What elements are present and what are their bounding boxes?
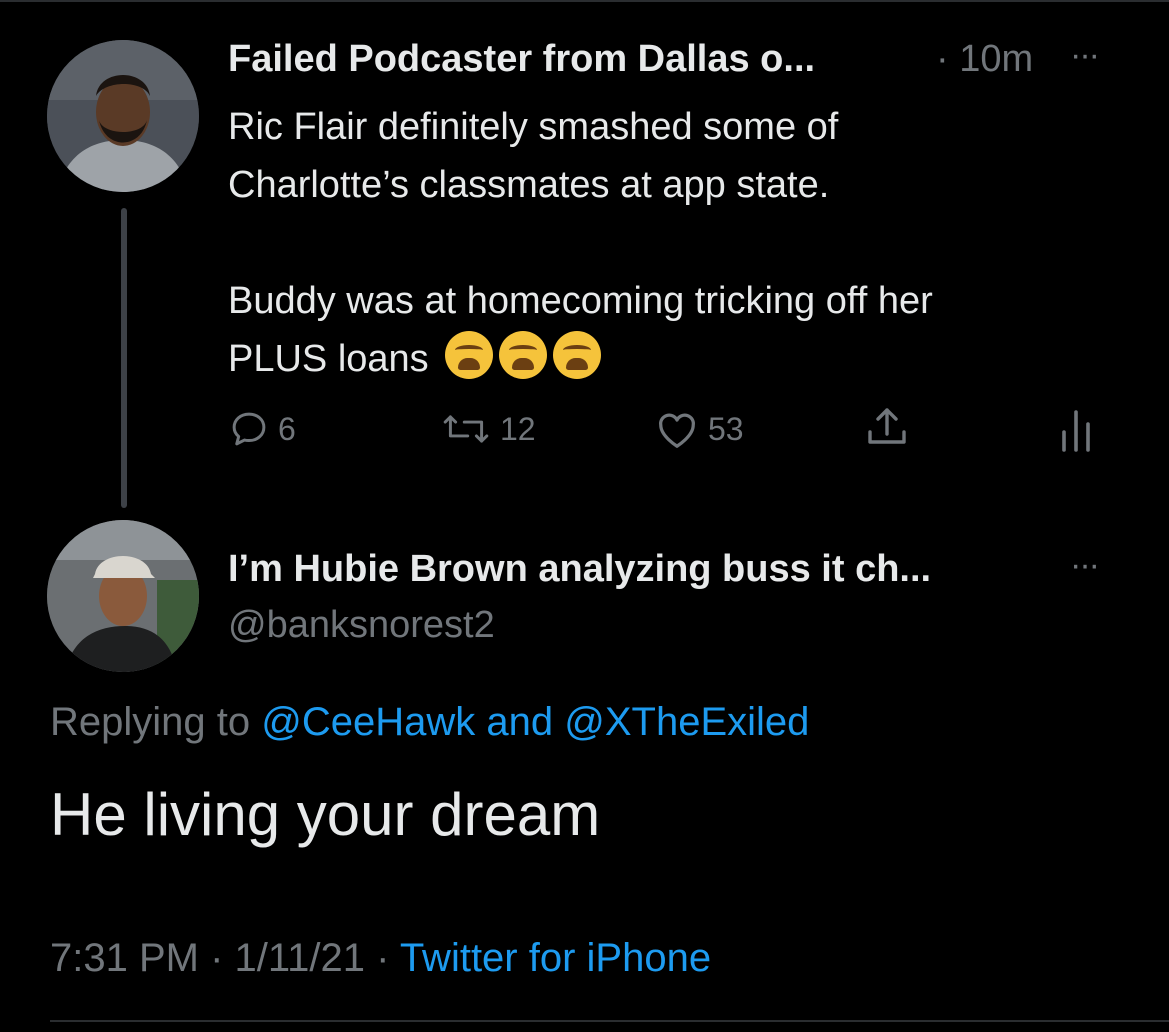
- avatar[interactable]: [47, 40, 199, 192]
- mention-link[interactable]: @CeeHawk: [261, 700, 475, 744]
- more-options-icon[interactable]: ···: [1070, 36, 1100, 75]
- reply-button[interactable]: 6: [228, 408, 296, 450]
- tweet-meta: 7:31 PM · 1/11/21 · Twitter for iPhone: [50, 936, 711, 981]
- reply-icon: [232, 412, 266, 446]
- share-icon: [868, 408, 906, 444]
- share-button[interactable]: [862, 404, 912, 452]
- replying-prefix: Replying to: [50, 700, 251, 744]
- weary-face-emoji: [445, 331, 494, 379]
- weary-face-emoji: [553, 331, 602, 379]
- tweet-text-line: Ric Flair definitely smashed some of: [228, 106, 839, 148]
- tweet-text-line: Buddy was at homecoming tricking off her: [228, 280, 933, 322]
- bottom-divider: [50, 1020, 1169, 1022]
- author-name[interactable]: Failed Podcaster from Dallas o...: [228, 38, 815, 81]
- replying-to: Replying to @CeeHawk and @XTheExiled: [50, 700, 809, 745]
- tweet-text-span: PLUS loans: [228, 338, 429, 380]
- source-link[interactable]: Twitter for iPhone: [400, 936, 711, 980]
- tweet-actions: 6 12 53: [0, 408, 1169, 458]
- reply-count: 6: [278, 410, 296, 447]
- thread-connector: [121, 208, 127, 508]
- like-button[interactable]: 53: [654, 408, 744, 450]
- retweet-icon: [443, 415, 489, 443]
- tweet-text-line-with-emoji: PLUS loans: [228, 330, 1128, 388]
- reply-text: He living your dream: [50, 781, 601, 848]
- reply-author-name[interactable]: I’m Hubie Brown analyzing buss it ch...: [228, 548, 931, 591]
- like-count: 53: [708, 410, 744, 447]
- retweet-button[interactable]: 12: [440, 408, 536, 450]
- analytics-icon: [1062, 410, 1090, 452]
- tweet-text-line: Charlotte’s classmates at app state.: [228, 164, 830, 206]
- timestamp[interactable]: 7:31 PM · 1/11/21 ·: [50, 936, 389, 980]
- replying-and[interactable]: and: [486, 700, 553, 744]
- mention-link[interactable]: @XTheExiled: [564, 700, 809, 744]
- avatar[interactable]: [47, 520, 199, 672]
- analytics-button[interactable]: [1058, 408, 1094, 452]
- reply-author-handle[interactable]: @banksnorest2: [228, 604, 495, 647]
- top-divider: [0, 0, 1169, 2]
- heart-icon: [659, 413, 695, 448]
- weary-face-emoji: [499, 331, 548, 379]
- retweet-count: 12: [500, 410, 536, 447]
- tweet-time[interactable]: · 10m: [936, 38, 1033, 81]
- tweet-text: Ric Flair definitely smashed some of Cha…: [228, 98, 1128, 388]
- tweet-text-spacer: [228, 214, 1128, 272]
- more-options-icon[interactable]: ···: [1070, 546, 1100, 585]
